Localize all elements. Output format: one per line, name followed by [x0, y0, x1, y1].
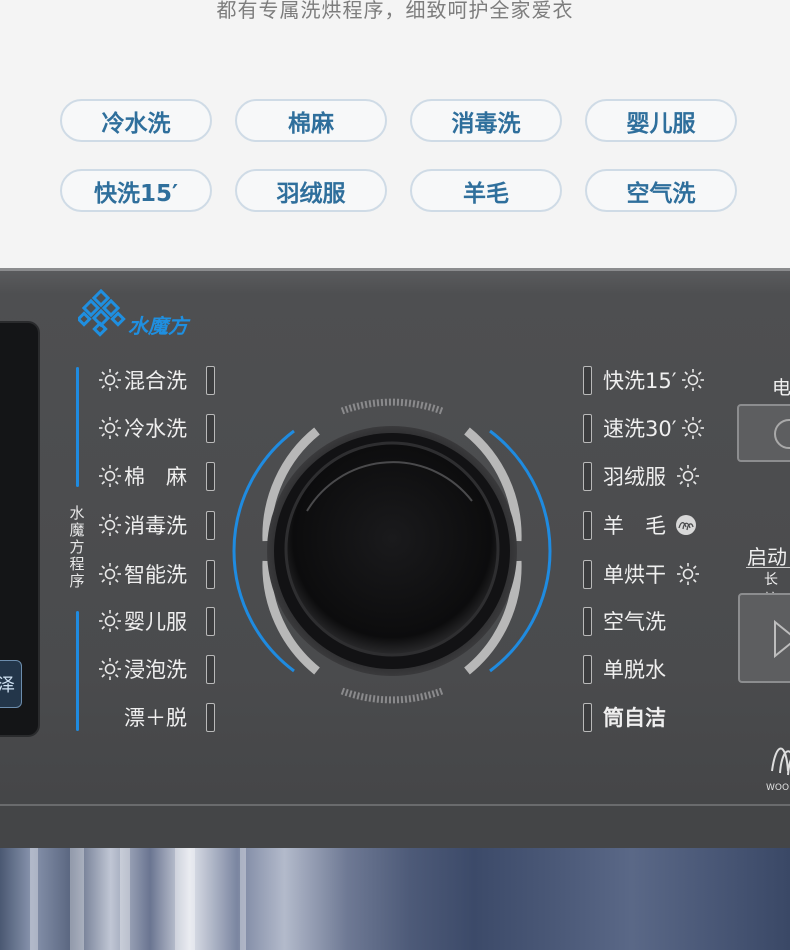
program-rinse-spin[interactable]: 漂＋脱 [124, 702, 187, 732]
start-label-divider [746, 567, 790, 568]
sun-icon [99, 658, 121, 680]
power-button[interactable] [737, 404, 790, 462]
program-label: 快洗15′ [603, 369, 677, 393]
program-label: 浸泡洗 [124, 658, 187, 682]
program-label: 单烘干 [603, 563, 666, 587]
pill-wool[interactable]: 羊毛 [410, 169, 562, 212]
sun-icon [677, 563, 699, 585]
program-cold-wash[interactable]: 冷水洗 [98, 413, 187, 443]
indicator-slot [206, 703, 215, 732]
left-accent-bar-bottom [76, 611, 79, 731]
pill-quick-wash-15[interactable]: 快洗15′ [60, 169, 212, 212]
program-wool[interactable]: 羊 毛 [603, 510, 700, 540]
sun-icon [681, 417, 704, 439]
bottom-decor-image [0, 848, 790, 950]
woolmark-icon [771, 747, 790, 776]
program-label: 婴儿服 [124, 610, 187, 634]
program-spin-only[interactable]: 单脱水 [603, 654, 666, 684]
power-label: 电 [772, 377, 790, 399]
program-speed-wash-30[interactable]: 速洗30′ [603, 413, 707, 443]
play-icon [774, 619, 790, 659]
indicator-slot [583, 655, 592, 684]
indicator-slot [206, 655, 215, 684]
program-down-jacket[interactable]: 羽绒服 [603, 461, 702, 491]
display-button-label: 泽 [0, 671, 15, 697]
program-drum-clean[interactable]: 筒自洁 [603, 702, 666, 732]
program-smart-wash[interactable]: 智能洗 [98, 559, 187, 589]
power-icon [774, 419, 790, 449]
indicator-slot [206, 511, 215, 540]
indicator-slot [206, 560, 215, 589]
pill-down-jacket[interactable]: 羽绒服 [235, 169, 387, 212]
start-pause-button[interactable] [738, 593, 790, 683]
start-label: 启动 [747, 545, 787, 569]
indicator-slot [206, 607, 215, 636]
program-label: 漂＋脱 [124, 706, 187, 730]
program-label: 智能洗 [124, 563, 187, 587]
woolmark-text: WOOL [766, 783, 790, 793]
program-cotton-linen[interactable]: 棉 麻 [98, 461, 187, 491]
program-disinfect-wash[interactable]: 消毒洗 [98, 510, 187, 540]
pill-cold-wash[interactable]: 冷水洗 [60, 99, 212, 142]
sun-icon [99, 417, 121, 439]
sun-icon [99, 563, 121, 585]
pill-baby-clothes[interactable]: 婴儿服 [585, 99, 737, 142]
program-label: 冷水洗 [124, 417, 187, 441]
brand-logo-text: 水魔方 [128, 314, 188, 338]
program-label: 羽绒服 [603, 465, 666, 489]
sun-icon [681, 369, 704, 391]
program-baby-clothes[interactable]: 婴儿服 [98, 606, 187, 636]
program-label: 单脱水 [603, 658, 666, 682]
indicator-slot [206, 414, 215, 443]
program-label: 空气洗 [603, 610, 666, 634]
program-selector-knob[interactable] [232, 391, 552, 711]
page-subtitle: 都有专属洗烘程序，细致呵护全家爱衣 [216, 0, 574, 22]
indicator-slot [206, 366, 215, 395]
indicator-slot [583, 414, 592, 443]
wool-icon [676, 515, 696, 535]
sun-icon [99, 465, 121, 487]
program-dry-only[interactable]: 单烘干 [603, 559, 702, 589]
program-label: 混合洗 [124, 369, 187, 393]
sun-icon [99, 514, 121, 536]
indicator-slot [583, 511, 592, 540]
program-label: 筒自洁 [603, 706, 666, 730]
indicator-slot [583, 462, 592, 491]
indicator-slot [583, 703, 592, 732]
program-label: 棉 麻 [124, 465, 187, 489]
panel-lower-strip [0, 806, 790, 848]
pill-disinfect-wash[interactable]: 消毒洗 [410, 99, 562, 142]
program-label: 消毒洗 [124, 514, 187, 538]
indicator-slot [583, 607, 592, 636]
pill-air-wash[interactable]: 空气洗 [585, 169, 737, 212]
pill-cotton-linen[interactable]: 棉麻 [235, 99, 387, 142]
sun-icon [677, 465, 699, 487]
sun-icon [99, 369, 121, 391]
washer-control-panel: 泽 水魔方 水魔方程序 混合洗 冷水洗 棉 麻 消毒洗 智能洗 [0, 268, 790, 848]
left-accent-bar-top [76, 367, 79, 487]
display-select-button[interactable]: 泽 [0, 660, 22, 708]
program-group-label: 水魔方程序 [69, 504, 85, 590]
program-air-wash[interactable]: 空气洗 [603, 606, 666, 636]
program-label: 羊 毛 [603, 514, 666, 538]
program-soak-wash[interactable]: 浸泡洗 [98, 654, 187, 684]
indicator-slot [206, 462, 215, 491]
program-quick-wash-15[interactable]: 快洗15′ [603, 365, 707, 395]
program-label: 速洗30′ [603, 417, 677, 441]
indicator-slot [583, 366, 592, 395]
sun-icon [99, 610, 121, 632]
program-mixed-wash[interactable]: 混合洗 [98, 365, 187, 395]
indicator-slot [583, 560, 592, 589]
